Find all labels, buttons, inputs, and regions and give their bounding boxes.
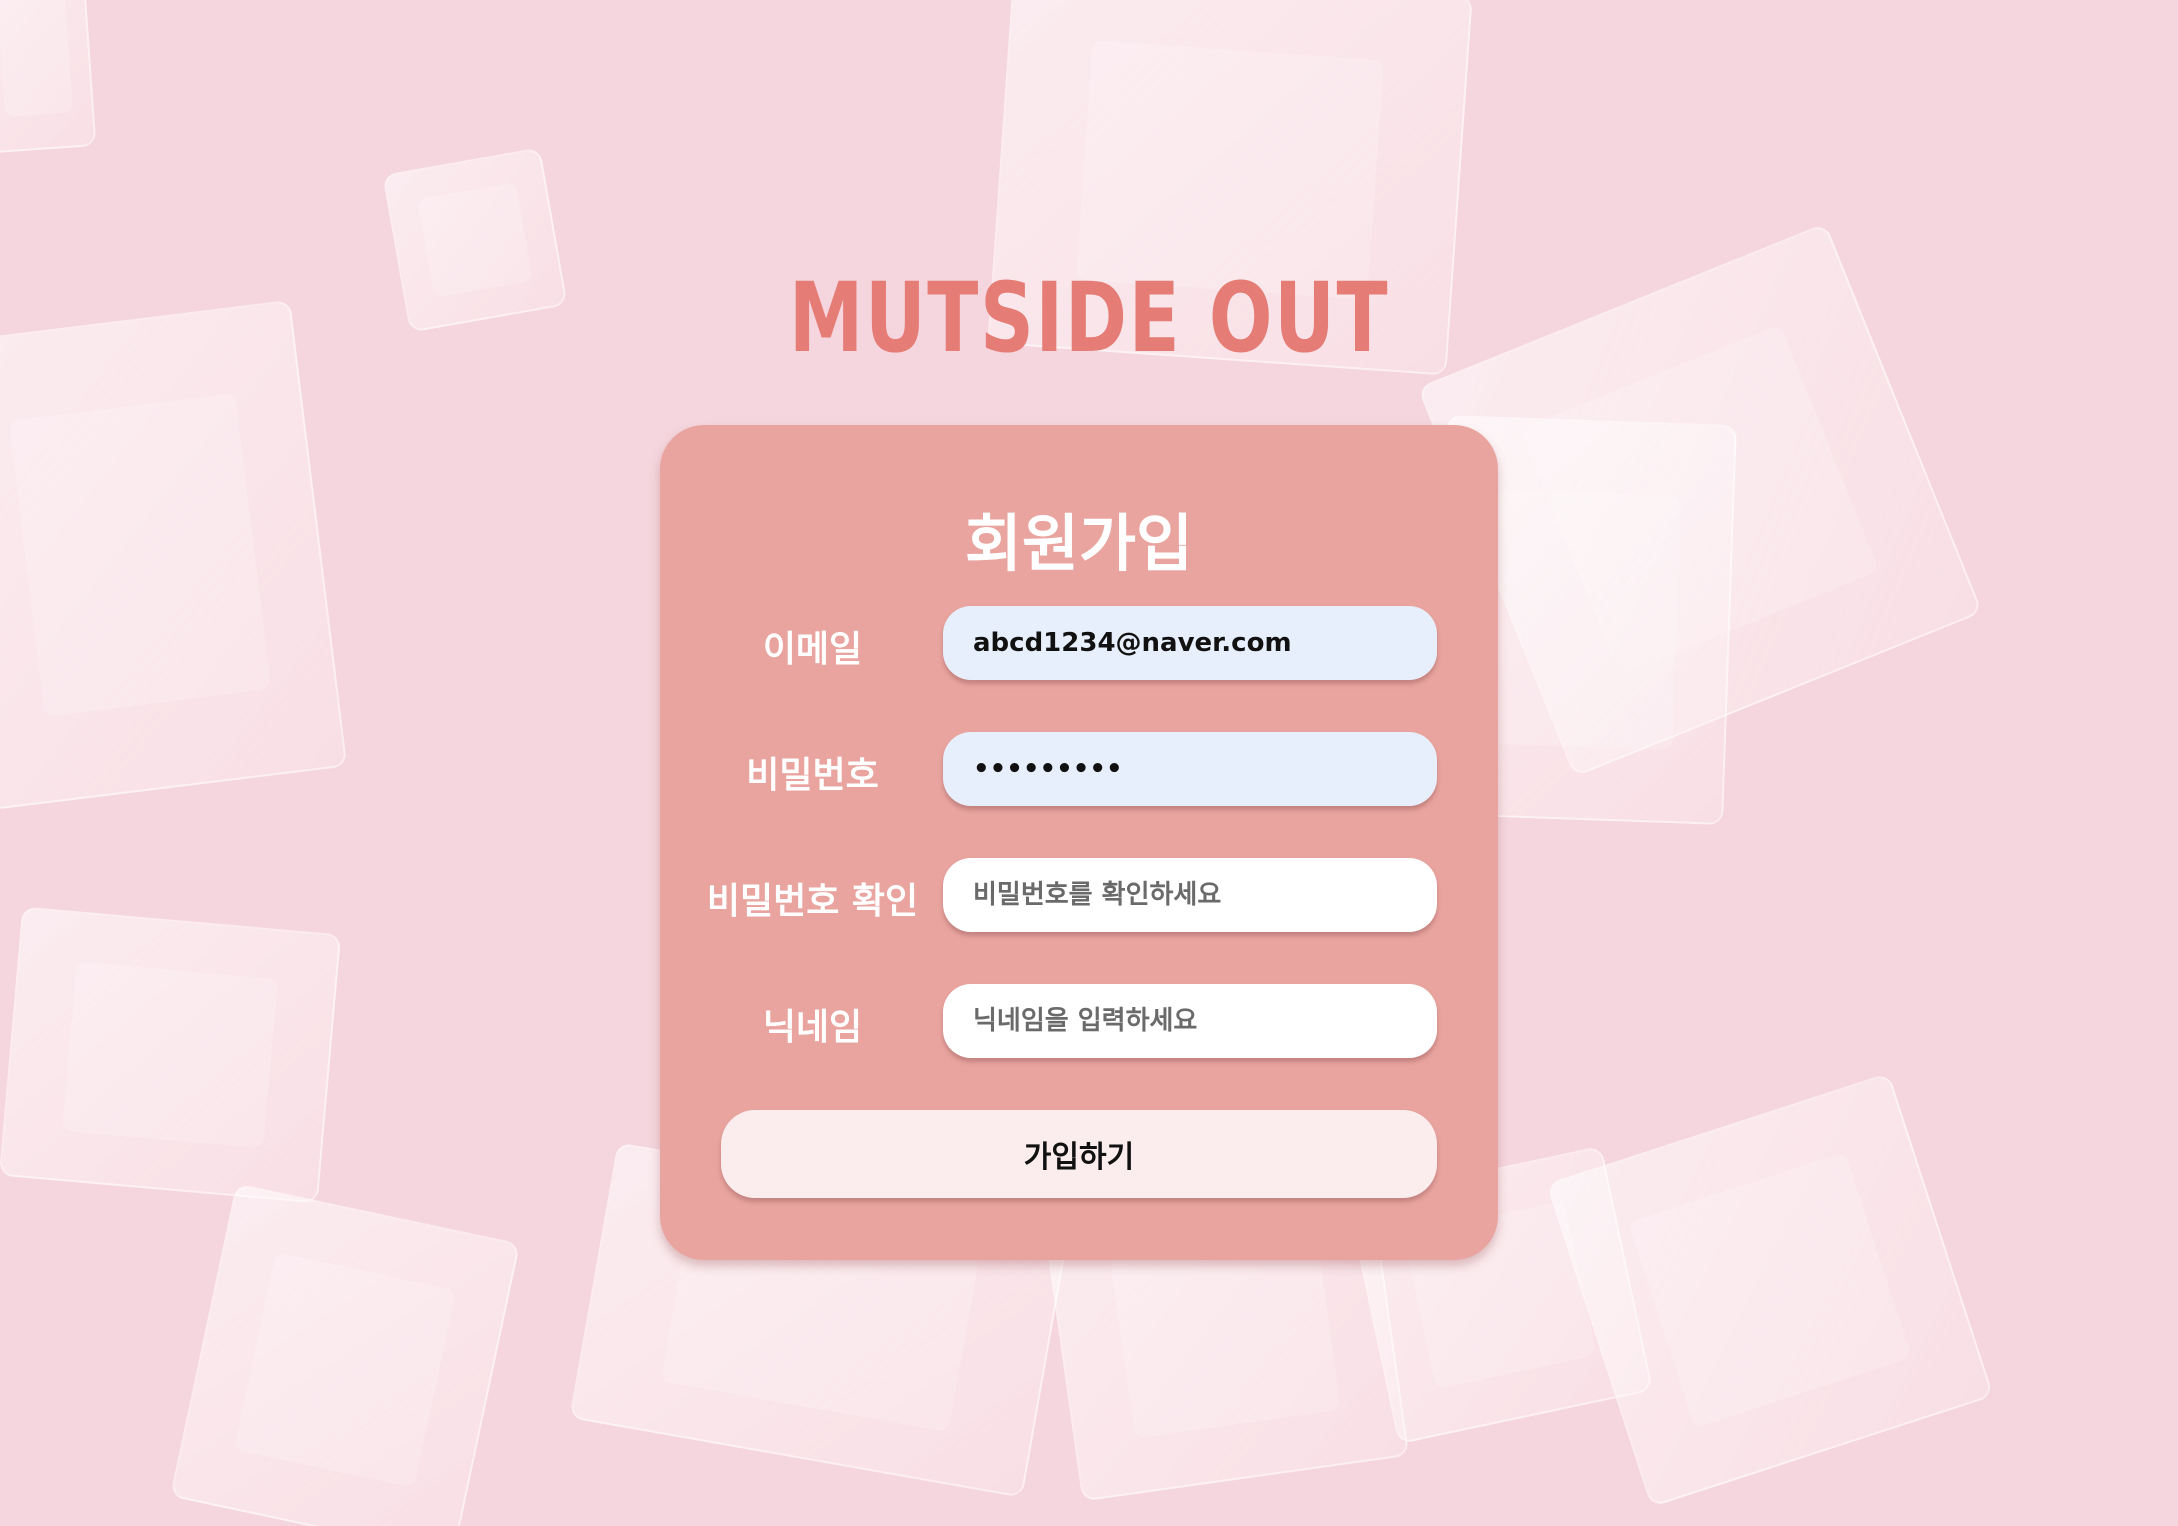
background-cube [0,299,348,811]
signup-title: 회원가입 [964,507,1194,580]
background-cube [0,906,342,1204]
email-label: 이메일 [762,629,863,670]
signup-button[interactable]: 가입하기 [721,1110,1437,1198]
background-cube [1546,1072,1994,1508]
email-field[interactable] [943,606,1437,680]
background-cube [0,0,97,154]
signup-card: 회원가입 이메일 비밀번호 비밀번호 확인 닉네임 가입하기 [660,425,1498,1260]
nickname-field[interactable] [943,984,1437,1058]
password-confirm-field[interactable] [943,858,1437,932]
password-label: 비밀번호 [746,755,879,796]
password-confirm-label: 비밀번호 확인 [706,881,919,922]
app-logo: MUTSIDE OUT [788,262,1390,374]
password-field[interactable] [943,732,1437,806]
background-cube [169,1183,521,1526]
nickname-label: 닉네임 [762,1007,863,1048]
